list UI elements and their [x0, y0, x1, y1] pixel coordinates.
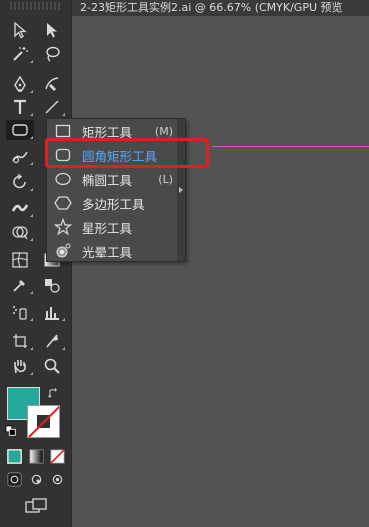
paintbrush-tool-icon[interactable]: [6, 146, 34, 166]
slice-tool-icon[interactable]: [38, 331, 66, 351]
none-mode-button[interactable]: [48, 447, 66, 465]
lasso-tool-icon[interactable]: [38, 44, 66, 64]
artboard-tool-icon[interactable]: [6, 331, 34, 351]
draw-normal-button[interactable]: [5, 470, 23, 488]
mesh-tool-icon[interactable]: [6, 250, 34, 270]
annotation-highlight-box: [45, 138, 209, 168]
flyout-item-flare-tool[interactable]: 光晕工具: [53, 240, 173, 262]
stroke-color-swatch[interactable]: [27, 405, 60, 438]
flare-icon: [53, 242, 73, 260]
magic-wand-tool-icon[interactable]: [6, 44, 34, 64]
flyout-item-label: 椭圆工具: [82, 172, 133, 188]
document-tab-title: 2-23矩形工具实例2.ai @ 66.67% (CMYK/GPU 预览: [80, 1, 343, 14]
flyout-item-shortcut: (L): [158, 172, 173, 186]
screen-mode-button[interactable]: [22, 496, 50, 516]
pen-tool-icon[interactable]: [6, 74, 34, 94]
zoom-tool-icon[interactable]: [38, 356, 66, 376]
draw-behind-button[interactable]: [27, 470, 45, 488]
color-mode-button[interactable]: [5, 447, 23, 465]
column-graph-tool-icon[interactable]: [38, 302, 66, 322]
tools-panel: [0, 0, 72, 527]
hand-tool-icon[interactable]: [6, 356, 34, 376]
curvature-tool-icon[interactable]: [38, 74, 66, 94]
default-fill-stroke-icon[interactable]: [4, 424, 18, 438]
flyout-item-polygon-tool[interactable]: 多边形工具: [53, 192, 173, 214]
shape-builder-tool-icon[interactable]: [6, 222, 34, 242]
gradient-mode-button[interactable]: [27, 447, 45, 465]
width-tool-icon[interactable]: [6, 198, 34, 218]
canvas-area[interactable]: [72, 16, 369, 527]
flyout-item-ellipse-tool[interactable]: 椭圆工具 (L): [53, 168, 173, 190]
rotate-tool-icon[interactable]: [6, 172, 34, 192]
flyout-item-shortcut: (M): [154, 124, 173, 138]
flyout-item-label: 光晕工具: [82, 244, 133, 260]
direct-selection-tool-icon[interactable]: [38, 20, 66, 40]
flyout-item-star-tool[interactable]: 星形工具: [53, 216, 173, 238]
ellipse-icon: [53, 170, 73, 188]
panel-grip[interactable]: [10, 2, 60, 10]
document-tab[interactable]: 2-23矩形工具实例2.ai @ 66.67% (CMYK/GPU 预览: [72, 0, 369, 16]
flyout-item-label: 星形工具: [82, 220, 133, 236]
polygon-icon: [53, 194, 73, 212]
line-segment-tool-icon[interactable]: [38, 97, 66, 117]
type-tool-icon[interactable]: [6, 97, 34, 117]
smart-guide-line: [212, 146, 369, 147]
blend-tool-icon[interactable]: [38, 275, 66, 295]
flyout-item-label: 多边形工具: [82, 196, 145, 212]
symbol-sprayer-tool-icon[interactable]: [6, 302, 34, 322]
selection-tool-icon[interactable]: [6, 20, 34, 40]
swap-fill-stroke-icon[interactable]: [44, 384, 62, 402]
star-icon: [53, 218, 73, 236]
rectangle-tool-icon[interactable]: [6, 120, 34, 140]
draw-inside-button[interactable]: [48, 470, 66, 488]
eyedropper-tool-icon[interactable]: [6, 275, 34, 295]
